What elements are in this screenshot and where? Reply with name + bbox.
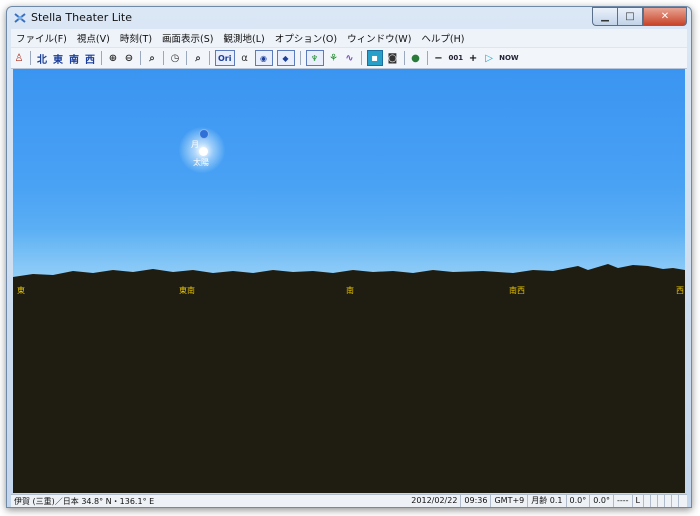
horizon-dir-east: 東 — [17, 286, 25, 295]
curve-icon[interactable]: ∿ — [344, 51, 356, 65]
status-cell — [657, 495, 664, 507]
status-location: 伊賀 (三重)／日本 34.8° N・136.1° E — [14, 497, 155, 506]
toolbar-separator — [163, 51, 164, 65]
find-object-icon[interactable]: ⌕ — [192, 51, 204, 65]
alpha-button[interactable]: α — [239, 51, 251, 65]
status-mode: L — [631, 495, 643, 507]
status-dashes: ---- — [612, 495, 632, 507]
now-button[interactable]: NOW — [499, 51, 519, 65]
title-bar[interactable]: Stella Theater Lite ▁ □ ✕ — [7, 7, 691, 29]
horizon-button[interactable]: ▪ — [366, 50, 383, 66]
horizon-dir-south: 南 — [346, 286, 354, 295]
telescope-icon[interactable]: ◙ — [387, 51, 399, 65]
status-cell — [678, 495, 685, 507]
west-button[interactable]: 西 — [84, 51, 96, 66]
status-date: 2012/02/22 — [411, 496, 458, 505]
menu-location[interactable]: 観測地(L) — [218, 31, 269, 45]
south-button[interactable]: 南 — [68, 51, 80, 66]
menu-file[interactable]: ファイル(F) — [11, 31, 72, 45]
horizon-dir-southeast: 東南 — [179, 286, 195, 295]
toolbar-separator — [403, 51, 405, 65]
close-button[interactable]: ✕ — [643, 7, 687, 26]
status-moon-age: 月齢 0.1 — [527, 495, 565, 507]
menu-window[interactable]: ウィンドウ(W) — [342, 31, 416, 45]
app-window: Stella Theater Lite ▁ □ ✕ ファイル(F) 視点(V) … — [6, 6, 692, 508]
status-cell — [664, 495, 671, 507]
toolbar-separator — [186, 51, 187, 65]
clock-icon[interactable]: ◷ — [169, 51, 181, 65]
constellation-icon[interactable]: ⚘ — [328, 51, 340, 65]
step-value: 001 — [448, 54, 464, 62]
horizon-dir-west: 西 — [676, 286, 684, 295]
play-icon[interactable]: ▷ — [483, 51, 495, 65]
toolbar-separator — [30, 51, 31, 65]
north-button[interactable]: 北 — [36, 51, 48, 66]
status-cell — [650, 495, 657, 507]
menu-time[interactable]: 時刻(T) — [115, 31, 157, 45]
status-time: 09:36 — [460, 495, 490, 507]
status-value-2: 0.0° — [589, 495, 613, 507]
menu-bar: ファイル(F) 視点(V) 時刻(T) 画面表示(S) 観測地(L) オプション… — [11, 29, 687, 47]
status-cell — [671, 495, 678, 507]
zoom-in-icon[interactable]: ⊕ — [107, 51, 119, 65]
window-title: Stella Theater Lite — [31, 11, 132, 24]
sky-view[interactable]: 月 太陽 東 東南 南 南西 西 — [13, 69, 685, 493]
globe-icon[interactable]: ● — [410, 51, 422, 65]
maximize-button[interactable]: □ — [617, 7, 643, 26]
menu-options[interactable]: オプション(O) — [270, 31, 342, 45]
ori-button[interactable]: Ori — [215, 50, 235, 66]
toolbar-separator — [299, 51, 301, 65]
step-minus-button[interactable]: − — [433, 51, 445, 65]
ground-silhouette — [13, 264, 685, 493]
status-bar: 伊賀 (三重)／日本 34.8° N・136.1° E 2012/02/22 0… — [11, 494, 687, 507]
east-button[interactable]: 東 — [52, 51, 64, 66]
status-timezone: GMT+9 — [490, 495, 527, 507]
menu-help[interactable]: ヘルプ(H) — [416, 31, 469, 45]
tree-button[interactable]: ♆ — [305, 50, 324, 66]
search-icon[interactable]: ⌕ — [146, 51, 158, 65]
toolbar-separator — [209, 51, 210, 65]
toolbar-separator — [140, 51, 141, 65]
status-value-1: 0.0° — [565, 495, 590, 507]
minimize-button[interactable]: ▁ — [592, 7, 617, 26]
zoom-out-icon[interactable]: ⊖ — [123, 51, 135, 65]
app-icon — [14, 13, 26, 23]
step-plus-button[interactable]: + — [467, 51, 479, 65]
eye-button[interactable]: ◉ — [254, 50, 273, 66]
observer-icon[interactable]: ♙ — [13, 51, 25, 65]
toolbar-separator — [360, 51, 362, 65]
horizon-dir-southwest: 南西 — [509, 286, 525, 295]
toolbar-separator — [426, 51, 428, 65]
menu-view[interactable]: 視点(V) — [72, 31, 115, 45]
planet-button[interactable]: ◆ — [276, 50, 295, 66]
toolbar: ♙ 北 東 南 西 ⊕ ⊖ ⌕ ◷ ⌕ Ori α ◉ ◆ ♆ ⚘ ∿ ▪ ◙ … — [11, 48, 687, 69]
menu-display[interactable]: 画面表示(S) — [157, 31, 218, 45]
status-cell — [643, 495, 650, 507]
toolbar-separator — [101, 51, 102, 65]
